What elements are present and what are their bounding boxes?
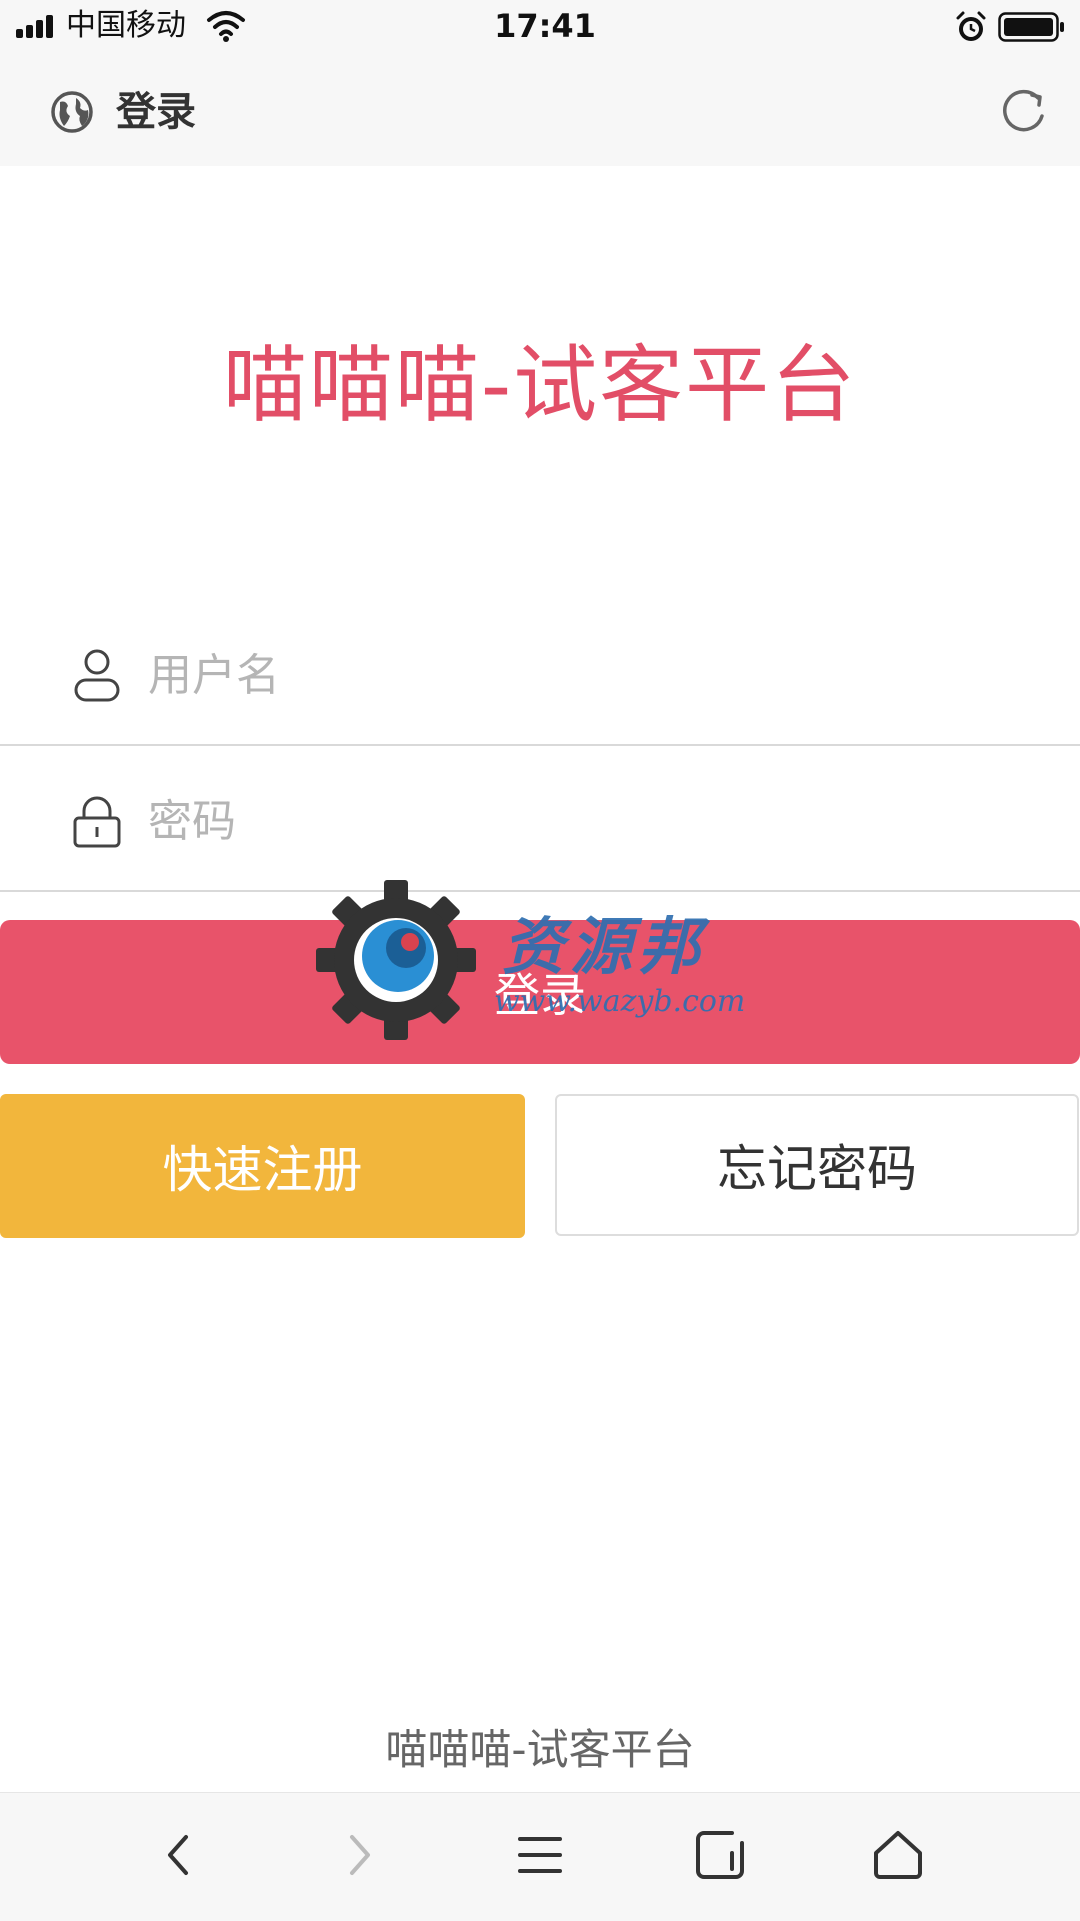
password-input[interactable] [146,784,1030,858]
lock-icon [73,796,121,848]
forward-icon[interactable] [326,1823,390,1887]
user-icon [74,649,120,702]
login-button[interactable]: 登录 [0,920,1080,1064]
home-icon[interactable] [866,1823,930,1887]
back-icon[interactable] [148,1823,212,1887]
status-time: 17:41 [494,7,596,45]
footer-text: 喵喵喵-试客平台 [385,1725,695,1774]
tabs-icon[interactable] [688,1823,752,1887]
battery-icon [998,12,1064,42]
password-field [0,744,1080,892]
status-bar: 中国移动 17:41 [0,0,1080,52]
forgot-password-button[interactable]: 忘记密码 [555,1094,1079,1236]
page-title: 喵喵喵-试客平台 [222,336,858,434]
menu-icon[interactable] [508,1823,572,1887]
browser-toolbar [0,1792,1080,1921]
register-button[interactable]: 快速注册 [0,1094,525,1238]
refresh-icon[interactable] [998,86,1048,136]
globe-icon [51,91,93,133]
username-input[interactable] [146,638,1030,712]
nav-title: 登录 [116,89,196,135]
nav-bar: 登录 [0,52,1080,166]
username-field [0,598,1080,746]
alarm-icon [956,11,986,41]
